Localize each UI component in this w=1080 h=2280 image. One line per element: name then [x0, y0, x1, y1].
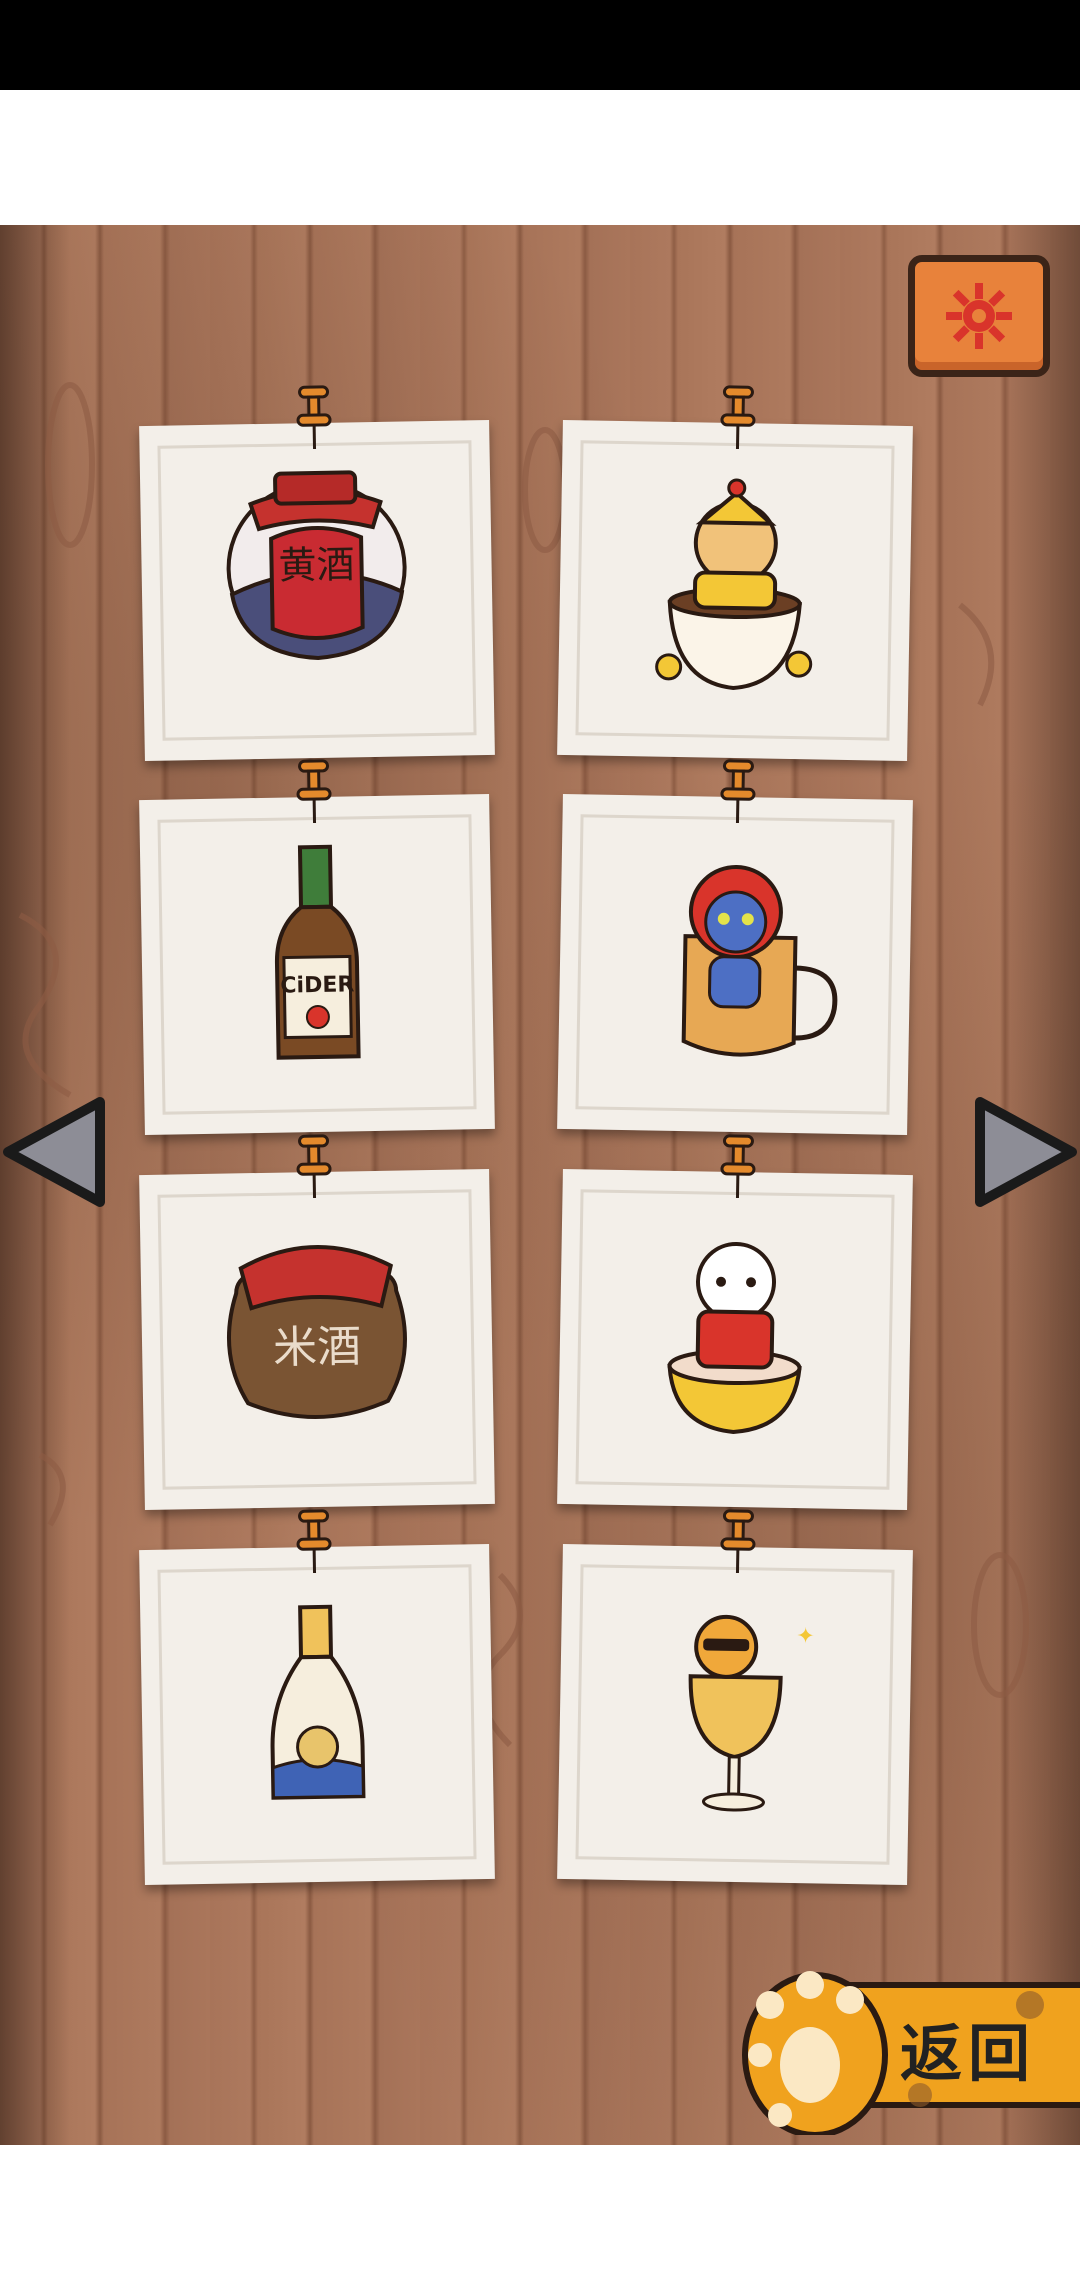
pin-icon: [720, 385, 756, 450]
bottom-blank-area: [0, 2145, 1080, 2280]
next-page-button[interactable]: [970, 1092, 1080, 1212]
rice-wine-jar-card[interactable]: 米酒: [139, 1134, 495, 1511]
red-jacket-cat-bowl-icon: [667, 1242, 802, 1434]
yellow-wine-jar-label: 黄酒: [278, 542, 355, 587]
svg-text:✦: ✦: [796, 1624, 815, 1649]
pin-icon: [296, 1134, 332, 1199]
yellow-wine-jar-icon: 黄酒: [226, 470, 407, 660]
apple-hat-cat-mug-icon: [681, 865, 838, 1057]
left-triangle-icon: [3, 1097, 105, 1207]
rabbit-label-bottle-icon: [270, 1604, 366, 1800]
sunglasses-cat-glass-icon: ✦: [688, 1614, 815, 1812]
right-triangle-icon: [975, 1097, 1077, 1207]
settings-button[interactable]: [908, 255, 1050, 377]
prev-page-button[interactable]: [0, 1092, 110, 1212]
gear-icon: [946, 283, 1012, 349]
fortune-cat-in-cup-icon: [655, 478, 813, 690]
top-blank-area: [0, 90, 1080, 225]
pin-icon: [720, 1509, 756, 1574]
rice-wine-jar-label: 米酒: [273, 1321, 362, 1374]
status-bar: [0, 0, 1080, 90]
sunglasses-cat-glass-card[interactable]: ✦: [557, 1509, 913, 1886]
cider-bottle-icon: CiDER: [274, 844, 361, 1060]
back-button[interactable]: 返回: [730, 1945, 1080, 2135]
pin-icon: [296, 759, 332, 824]
rice-wine-jar-icon: 米酒: [226, 1245, 407, 1419]
cider-bottle-card[interactable]: CiDER: [139, 759, 495, 1136]
wooden-board: 黄酒 CiDER 米酒 ✦ 返回: [0, 225, 1080, 2145]
apple-cat-mug-card[interactable]: [557, 759, 913, 1136]
yellow-wine-jar-card[interactable]: 黄酒: [139, 385, 495, 762]
pin-icon: [296, 1509, 332, 1574]
pin-icon: [296, 385, 332, 450]
back-button-label: 返回: [900, 2017, 1037, 2090]
pin-icon: [720, 1134, 756, 1199]
pin-icon: [720, 759, 756, 824]
cider-label: CiDER: [280, 972, 354, 998]
fortune-cat-cup-card[interactable]: [557, 385, 913, 762]
rabbit-bottle-card[interactable]: [139, 1509, 495, 1886]
red-jacket-cat-bowl-card[interactable]: [557, 1134, 913, 1511]
